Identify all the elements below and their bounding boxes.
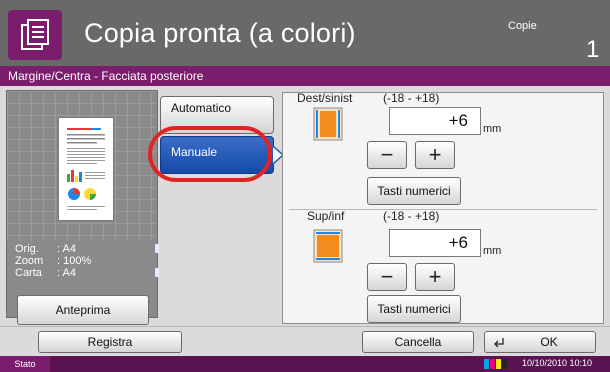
horizontal-minus-button[interactable]: − <box>367 141 407 169</box>
ok-button[interactable]: OK <box>484 331 596 353</box>
highlight-ring <box>148 126 272 182</box>
info-value: : A4 <box>57 267 76 279</box>
vertical-value-field[interactable]: +6 <box>389 229 481 257</box>
register-button[interactable]: Registra <box>38 331 182 353</box>
info-key: Carta <box>15 267 42 279</box>
preview-info: Orig. : A4 Zoom : 100% Carta : A4 <box>13 243 159 279</box>
indicator-icon <box>155 268 159 277</box>
horizontal-numeric-keys-button[interactable]: Tasti numerici <box>367 177 461 205</box>
vertical-label: Sup/inf <box>307 209 345 223</box>
status-bar: Stato 10/10/2010 10:10 <box>0 356 610 372</box>
info-value: : 100% <box>57 255 92 267</box>
vertical-minus-button[interactable]: − <box>367 263 407 291</box>
indicator-icon <box>155 244 159 253</box>
horizontal-margin-icon <box>313 107 343 141</box>
ok-label: OK <box>540 335 558 349</box>
copies-label: Copie <box>508 20 537 32</box>
section-bar: Margine/Centra - Facciata posteriore <box>0 66 610 86</box>
settings-panel: Dest/sinist (-18 - +18) +6 mm − + Tasti … <box>282 91 604 324</box>
status-button[interactable]: Stato <box>0 356 50 372</box>
vertical-unit: mm <box>483 245 502 257</box>
vertical-numeric-keys-button[interactable]: Tasti numerici <box>367 295 461 323</box>
horizontal-range: (-18 - +18) <box>383 91 440 105</box>
section-title: Margine/Centra - Facciata posteriore <box>8 69 204 83</box>
cancel-button[interactable]: Cancella <box>362 331 474 353</box>
vertical-margin-icon <box>313 229 343 263</box>
preview-button[interactable]: Anteprima <box>17 295 149 325</box>
info-key: Orig. <box>15 243 39 255</box>
horizontal-plus-button[interactable]: + <box>415 141 455 169</box>
info-value: : A4 <box>57 243 76 255</box>
copies-count: 1 <box>586 36 600 63</box>
vertical-plus-button[interactable]: + <box>415 263 455 291</box>
info-row-paper: Carta : A4 <box>13 267 159 279</box>
toner-level-icon <box>484 359 507 369</box>
page-title: Copia pronta (a colori) <box>84 18 356 48</box>
horizontal-value-field[interactable]: +6 <box>389 107 481 135</box>
enter-icon <box>494 338 504 348</box>
page-thumbnail <box>58 117 114 221</box>
info-row-original: Orig. : A4 <box>13 243 159 255</box>
main-content: Orig. : A4 Zoom : 100% Carta : A4 Antepr… <box>0 86 610 326</box>
horizontal-label: Dest/sinist <box>297 91 353 105</box>
status-datetime: 10/10/2010 10:10 <box>522 358 593 368</box>
vertical-range: (-18 - +18) <box>383 209 440 223</box>
header: Copia pronta (a colori) Copie 1 <box>0 0 610 66</box>
copy-icon <box>8 10 62 60</box>
bottom-bar: Registra Cancella OK <box>0 326 610 356</box>
horizontal-unit: mm <box>483 123 502 135</box>
info-row-zoom: Zoom : 100% <box>13 255 153 267</box>
preview-panel: Orig. : A4 Zoom : 100% Carta : A4 Antepr… <box>6 90 159 325</box>
info-key: Zoom <box>15 255 44 267</box>
